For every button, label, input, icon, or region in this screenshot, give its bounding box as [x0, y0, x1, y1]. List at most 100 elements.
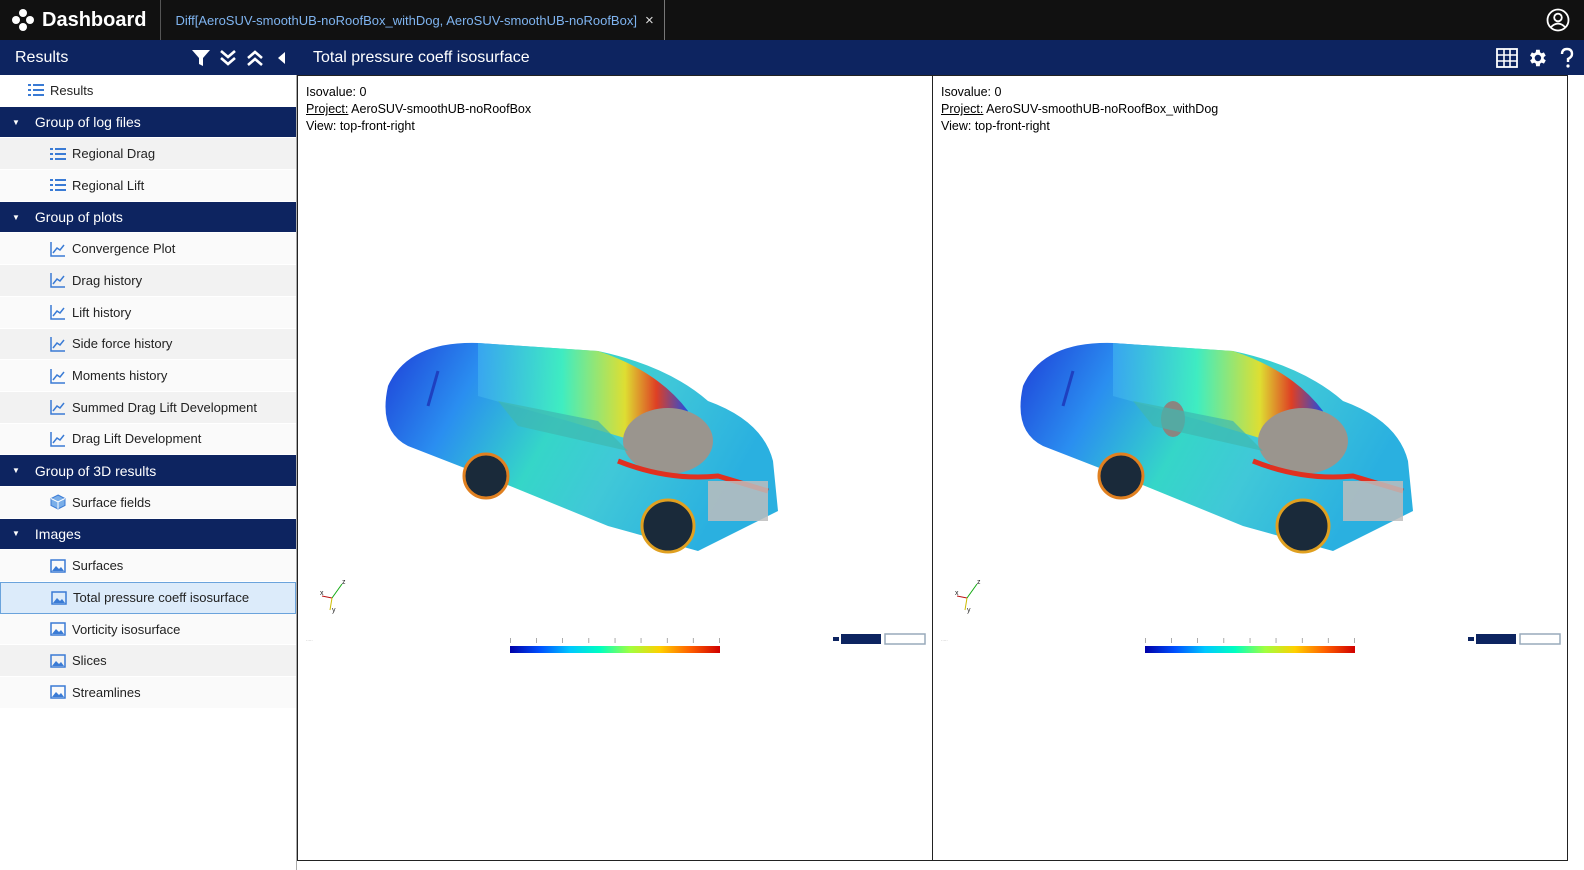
orientation-axes-icon: z x y — [320, 579, 346, 614]
list-icon — [28, 84, 44, 97]
isovalue-text: Isovalue: 0 — [306, 85, 367, 99]
icon-cfd-logo — [1468, 633, 1561, 645]
group-label: Group of plots — [34, 209, 123, 226]
tree-item-label: Streamlines — [72, 684, 141, 700]
image-icon — [50, 685, 66, 700]
orientation-axes-icon: z x y — [955, 579, 981, 614]
tree-item-streamlines[interactable]: Streamlines — [0, 677, 296, 709]
sidebar-header: Results — [0, 40, 297, 75]
main-header: Total pressure coeff isosurface — [297, 40, 1584, 75]
tree-item-vorticity-isosurface[interactable]: Vorticity isosurface — [0, 613, 296, 646]
tree-item-drag-lift-development[interactable]: Drag Lift Development — [0, 423, 296, 456]
tree-item-slices[interactable]: Slices — [0, 645, 296, 678]
tree-item-regional-drag[interactable]: Regional Drag — [0, 138, 296, 171]
tree-item-label: Total pressure coeff isosurface — [73, 590, 250, 606]
tree-item-surfaces[interactable]: Surfaces — [0, 550, 296, 582]
group-label: Group of log files — [34, 114, 141, 131]
dashboard-logo-icon — [12, 9, 34, 31]
sidebar-tree: Results ▼ Group of log files Regional Dra… — [0, 75, 297, 870]
tree-item-label: Drag Lift Development — [72, 431, 202, 447]
tab-diff[interactable]: Diff[AeroSUV-smoothUB-noRoofBox_withDog,… — [161, 0, 665, 40]
caret-down-icon: ▼ — [12, 117, 20, 127]
tree-item-summed-drag-lift[interactable]: Summed Drag Lift Development — [0, 391, 296, 424]
tree-item-label: Results — [50, 82, 94, 98]
car-isosurface-render — [1020, 342, 1413, 554]
project-label: Project: — [941, 102, 984, 116]
image-panel-right[interactable]: Isovalue: 0 Project: AeroSUV-smoothUB-no… — [932, 75, 1568, 861]
expand-all-icon[interactable] — [216, 46, 240, 70]
tree-item-lift-history[interactable]: Lift history — [0, 296, 296, 329]
line-chart-icon — [50, 400, 65, 415]
image-icon — [50, 558, 66, 573]
render-caption: ····· — [941, 638, 948, 643]
image-icon — [51, 591, 67, 605]
tree-item-label: Regional Lift — [72, 177, 145, 193]
line-chart-icon — [50, 368, 65, 384]
tree-item-label: Slices — [72, 653, 107, 669]
tree-item-total-pressure-isosurface[interactable]: Total pressure coeff isosurface — [0, 582, 296, 614]
tree-item-regional-lift[interactable]: Regional Lift — [0, 170, 296, 202]
list-icon — [50, 179, 66, 192]
tree-item-label: Surface fields — [72, 494, 151, 510]
group-plots[interactable]: ▼ Group of plots — [0, 201, 296, 234]
tree-item-label: Side force history — [72, 336, 173, 352]
group-3d-results[interactable]: ▼ Group of 3D results — [0, 455, 296, 487]
group-images[interactable]: ▼ Images — [0, 518, 296, 551]
caret-down-icon: ▼ — [12, 466, 20, 476]
tree-item-surface-fields[interactable]: Surface fields — [0, 486, 296, 519]
tree-item-label: Vorticity isosurface — [72, 621, 181, 637]
line-chart-icon — [50, 273, 65, 289]
user-account-icon[interactable] — [1546, 8, 1570, 32]
tree-item-moments-history[interactable]: Moments history — [0, 360, 296, 392]
svg-text:z: z — [977, 579, 981, 586]
image-icon — [50, 653, 66, 668]
car-isosurface-render — [385, 342, 778, 554]
caret-down-icon: ▼ — [12, 529, 20, 539]
group-label: Group of 3D results — [34, 462, 157, 479]
legend-ticks: | | | | | | | | | — [1145, 638, 1355, 644]
line-chart-icon — [50, 431, 65, 447]
color-legend: | | | | | | | | | — [1145, 638, 1355, 653]
caret-down-icon: ▼ — [12, 212, 20, 222]
top-bar: Dashboard Diff[AeroSUV-smoothUB-noRoofBo… — [0, 0, 1584, 40]
tree-item-label: Lift history — [72, 304, 132, 320]
app-title: Dashboard — [42, 8, 147, 31]
tab-close-icon[interactable]: × — [645, 12, 654, 29]
isovalue-text: Isovalue: 0 — [941, 85, 1002, 99]
image-panel-left[interactable]: Isovalue: 0 Project: AeroSUV-smoothUB-no… — [297, 75, 933, 861]
view-text: View: top-front-right — [941, 119, 1050, 133]
project-line: Project: AeroSUV-smoothUB-noRoofBox — [306, 101, 531, 118]
page-title: Total pressure coeff isosurface — [313, 48, 530, 66]
tree-item-convergence-plot[interactable]: Convergence Plot — [0, 233, 296, 266]
tree-item-label: Summed Drag Lift Development — [72, 399, 257, 415]
tree-item-label: Drag history — [72, 272, 143, 288]
icon-cfd-logo — [833, 633, 926, 645]
tab-label[interactable]: Diff[AeroSUV-smoothUB-noRoofBox_withDog,… — [175, 13, 636, 28]
panel-info: Isovalue: 0 Project: AeroSUV-smoothUB-no… — [941, 84, 1218, 135]
legend-gradient-bar — [510, 646, 720, 653]
color-legend: | | | | | | | | | — [510, 638, 720, 653]
line-chart-icon — [50, 336, 65, 352]
image-icon — [50, 622, 66, 636]
collapse-all-icon[interactable] — [243, 46, 267, 70]
collapse-sidebar-icon[interactable] — [270, 46, 294, 70]
project-label: Project: — [306, 102, 349, 116]
svg-text:y: y — [332, 607, 336, 614]
tree-root-results[interactable]: Results — [0, 75, 296, 107]
tree-item-drag-history[interactable]: Drag history — [0, 265, 296, 297]
gear-icon[interactable] — [1524, 45, 1550, 71]
legend-ticks: | | | | | | | | | — [510, 638, 720, 644]
group-log-files[interactable]: ▼ Group of log files — [0, 106, 296, 139]
panel-info: Isovalue: 0 Project: AeroSUV-smoothUB-no… — [306, 84, 531, 135]
brand[interactable]: Dashboard — [0, 0, 162, 40]
tree-item-side-force-history[interactable]: Side force history — [0, 328, 296, 361]
project-line: Project: AeroSUV-smoothUB-noRoofBox_with… — [941, 101, 1218, 118]
grid-layout-icon[interactable] — [1494, 45, 1520, 71]
filter-icon[interactable] — [189, 46, 213, 70]
project-value: AeroSUV-smoothUB-noRoofBox — [348, 102, 532, 116]
tree-item-label: Convergence Plot — [72, 241, 176, 257]
svg-text:y: y — [967, 607, 971, 614]
view-text: View: top-front-right — [306, 119, 415, 133]
render-caption: ····· — [306, 638, 313, 643]
help-icon[interactable] — [1554, 45, 1580, 71]
